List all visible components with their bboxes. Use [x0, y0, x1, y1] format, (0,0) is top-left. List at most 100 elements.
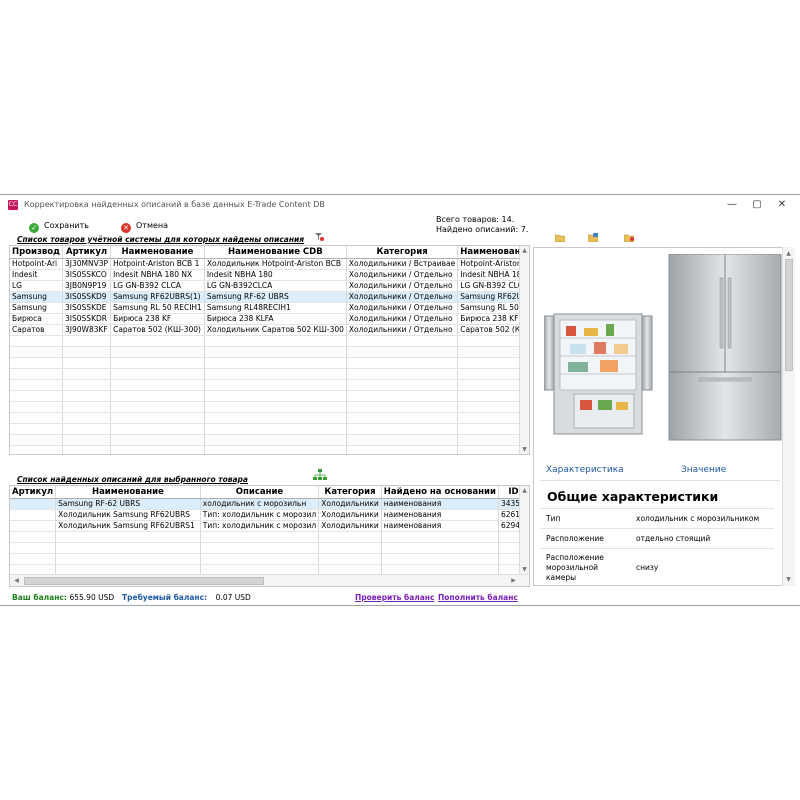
check-circle-icon: ✓ — [29, 223, 39, 233]
descriptions-column-header[interactable]: Наименование — [55, 486, 201, 499]
your-balance: Ваш баланс: 655.90 USD — [12, 593, 114, 602]
empty-cell — [10, 357, 64, 369]
table-row[interactable]: Samsung 3IS0SSKDE Samsung RL 50 RECIH1 Sams… — [10, 302, 529, 314]
table-cell: Холодильники / Отдельно — [346, 302, 459, 314]
empty-cell — [10, 346, 64, 358]
table-cell: холодильник с морозильн — [200, 498, 320, 510]
table-row[interactable]: Холодильник Samsung RF62UBRS Тип: холодил… — [10, 509, 529, 521]
table-cell: Samsung RF-62 UBRS — [204, 291, 347, 303]
scrollbar-thumb[interactable] — [24, 577, 264, 585]
tab-value[interactable]: Значение — [681, 465, 726, 475]
property-row: Тип холодильник с морозильником — [540, 508, 774, 529]
table-row[interactable]: Бирюса 3IS0SSKDR Бирюса 238 KF Бирюса 238 K… — [10, 313, 529, 325]
minimize-button[interactable]: — — [724, 198, 740, 211]
empty-cell — [346, 346, 459, 358]
close-button[interactable]: ✕ — [774, 198, 790, 211]
empty-cell — [10, 368, 64, 380]
scroll-down-icon[interactable]: ▼ — [520, 565, 529, 574]
scroll-up-icon[interactable]: ▲ — [520, 246, 529, 255]
empty-cell — [55, 542, 201, 554]
empty-cell — [204, 335, 347, 347]
folder-edit-icon[interactable] — [588, 233, 598, 242]
property-name: Расположение — [546, 534, 604, 543]
table-row[interactable]: LG 3JB0N9P19 LG GN-B392 CLCA LG GN-B392CLCA… — [10, 280, 529, 292]
table-cell: Саратов 502 (КШ-300) — [110, 324, 205, 336]
filter-clear-icon[interactable] — [314, 232, 324, 241]
table-cell: Холодильники / Отдельно — [346, 280, 459, 292]
empty-cell — [318, 542, 382, 554]
table-row[interactable]: Samsung RF-62 UBRS холодильник с морозиль… — [10, 498, 529, 510]
cancel-button[interactable]: ✕ Отмена — [121, 219, 168, 233]
products-grid[interactable]: Производ Артикул Наименование Наименование … — [9, 245, 530, 455]
table-row[interactable]: Hotpoint-Ari 3J30MNV3P Hotpoint-Ariston BC… — [10, 258, 529, 270]
folder-delete-icon[interactable] — [624, 233, 634, 242]
empty-cell — [55, 553, 201, 565]
table-cell: Холодильники — [318, 498, 382, 510]
products-vertical-scrollbar[interactable]: ▲ ▼ — [519, 246, 529, 454]
products-column-header[interactable]: Артикул — [62, 246, 112, 259]
empty-cell — [110, 368, 205, 380]
table-cell: Indesit NBHA 180 NX — [110, 269, 205, 281]
table-cell: LG GN-B392 CLCA — [110, 280, 205, 292]
empty-cell — [204, 357, 347, 369]
empty-cell — [346, 412, 459, 424]
x-circle-icon: ✕ — [121, 223, 131, 233]
descriptions-grid[interactable]: Артикул Наименование Описание Категория Найд… — [9, 485, 530, 587]
scroll-right-icon[interactable]: ▶ — [509, 576, 518, 585]
descriptions-column-header[interactable]: Описание — [200, 486, 320, 499]
products-column-header[interactable]: Наименование CDB — [204, 246, 347, 259]
empty-cell — [381, 531, 499, 543]
descriptions-vertical-scrollbar[interactable]: ▲ ▼ — [519, 486, 529, 574]
empty-row — [10, 553, 529, 565]
empty-cell — [346, 357, 459, 369]
empty-cell — [62, 412, 112, 424]
empty-cell — [346, 434, 459, 446]
products-column-header[interactable]: Категория — [346, 246, 459, 259]
descriptions-table: Артикул Наименование Описание Категория Найд… — [10, 486, 529, 576]
products-column-header[interactable]: Производ — [10, 246, 64, 259]
table-row[interactable]: Холодильник Samsung RF62UBRS1 Тип: холоди… — [10, 520, 529, 532]
scroll-up-icon[interactable]: ▲ — [784, 249, 793, 258]
scroll-down-icon[interactable]: ▼ — [784, 575, 793, 584]
required-balance: Требуемый баланс: 0.07 USD — [122, 593, 251, 602]
property-value: снизу — [636, 563, 659, 572]
table-cell: наименования — [381, 498, 499, 510]
descriptions-column-header[interactable]: Артикул — [10, 486, 57, 499]
table-cell: Бирюса — [10, 313, 64, 325]
tab-characteristic[interactable]: Характеристика — [546, 465, 624, 475]
descriptions-horizontal-scrollbar[interactable]: ◀ ▶ — [10, 574, 529, 586]
check-balance-link[interactable]: Проверить баланс — [355, 593, 434, 602]
scroll-down-icon[interactable]: ▼ — [520, 445, 529, 454]
tree-icon[interactable] — [313, 469, 327, 481]
empty-cell — [200, 553, 320, 565]
descriptions-column-header[interactable]: Найдено на основании — [381, 486, 499, 499]
total-count: Всего товаров: 14. — [436, 215, 515, 224]
table-row[interactable]: Samsung 3IS0SSKD9 Samsung RF62UBRS(1) Samsu… — [10, 291, 529, 303]
topup-balance-link[interactable]: Пополнить баланс — [438, 593, 518, 602]
table-cell: 3J90W83KF — [62, 324, 112, 336]
save-button[interactable]: ✓ Сохранить — [29, 219, 89, 233]
table-row[interactable]: Саратов 3J90W83KF Саратов 502 (КШ-300) Холо… — [10, 324, 529, 336]
empty-cell — [62, 357, 112, 369]
empty-cell — [10, 401, 64, 413]
properties-group-title: Общие характеристики — [547, 489, 719, 504]
maximize-button[interactable]: ▢ — [749, 198, 765, 211]
table-cell: 3J30MNV3P — [62, 258, 112, 270]
window-title: Корректировка найденных описаний в базе … — [24, 200, 325, 209]
descriptions-section-title: Список найденных описаний для выбранного… — [17, 475, 248, 484]
scrollbar-thumb[interactable] — [785, 259, 793, 371]
descriptions-column-header[interactable]: Категория — [318, 486, 382, 499]
your-balance-value: 655.90 USD — [69, 593, 115, 602]
scroll-left-icon[interactable]: ◀ — [12, 576, 21, 585]
table-cell: наименования — [381, 520, 499, 532]
save-label: Сохранить — [44, 221, 89, 230]
products-column-header[interactable]: Наименование — [110, 246, 205, 259]
folder-icon[interactable] — [555, 233, 565, 242]
table-cell: Холодильники / Отдельно — [346, 269, 459, 281]
empty-cell — [110, 357, 205, 369]
table-row[interactable]: Indesit 3IS0SSKCO Indesit NBHA 180 NX Indes… — [10, 269, 529, 281]
scroll-up-icon[interactable]: ▲ — [520, 486, 529, 495]
empty-row — [10, 445, 529, 454]
table-cell: Бирюса 238 KLFA — [204, 313, 347, 325]
details-vertical-scrollbar[interactable]: ▲ ▼ — [782, 247, 795, 586]
